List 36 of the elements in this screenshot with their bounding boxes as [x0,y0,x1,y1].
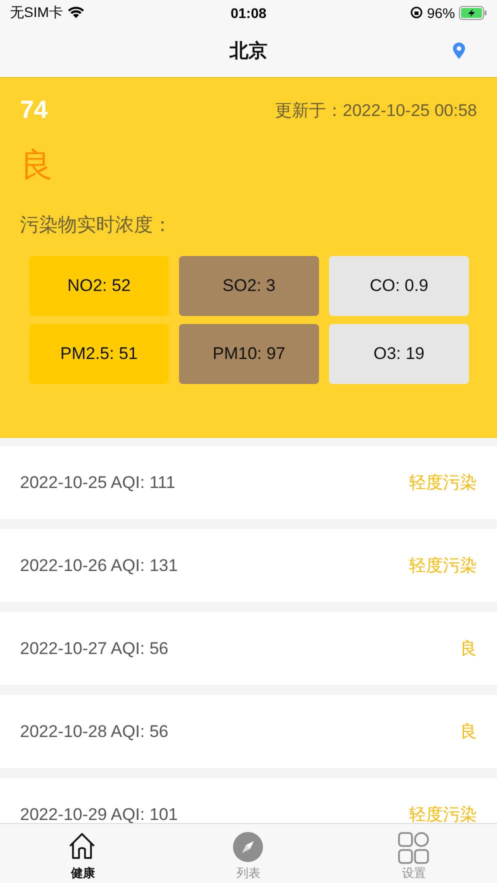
aqi-value: 74 [20,96,48,125]
tab-item[interactable]: 健康 [0,824,166,883]
forecast-text: 2022-10-29 AQI: 101 [20,804,178,823]
forecast-level: 良 [460,638,477,660]
pollutant-tile: CO: 0.9 [329,256,469,316]
tab-label: 设置 [402,865,426,882]
battery-icon [459,6,487,20]
battery-percent: 96% [426,4,455,20]
tab-label: 列表 [236,865,260,882]
forecast-level: 轻度污染 [409,555,477,577]
pollutant-tile: PM10: 97 [179,324,319,384]
forecast-text: 2022-10-27 AQI: 56 [20,638,168,658]
carrier-text: 无SIM卡 [10,4,63,22]
forecast-level: 轻度污染 [409,804,477,823]
location-pin-icon[interactable] [452,42,466,60]
clock-text: 01:08 [230,4,266,20]
tab-label: 健康 [70,865,95,882]
wifi-icon [66,6,85,19]
pollutant-tile: O3: 19 [329,324,469,384]
pollutant-tile: NO2: 52 [29,256,169,316]
tab-item[interactable]: 设置 [331,824,497,883]
pollutant-tile: SO2: 3 [179,256,319,316]
forecast-text: 2022-10-26 AQI: 131 [20,556,178,576]
grid-icon [398,832,430,864]
forecast-level: 轻度污染 [409,472,477,494]
air-quality-level: 良 [20,145,54,185]
forecast-level: 良 [460,721,477,743]
tab-item[interactable]: 列表 [166,824,332,883]
pollutant-tile: PM2.5: 51 [29,324,169,384]
compass-icon [232,832,264,864]
rotation-lock-icon [410,6,423,19]
forecast-text: 2022-10-28 AQI: 56 [20,722,168,742]
pollutants-label: 污染物实时浓度： [20,214,173,238]
page-title: 北京 [230,40,268,64]
forecast-text: 2022-10-25 AQI: 111 [20,472,176,492]
update-time: 更新于：2022-10-25 00:58 [274,100,477,122]
